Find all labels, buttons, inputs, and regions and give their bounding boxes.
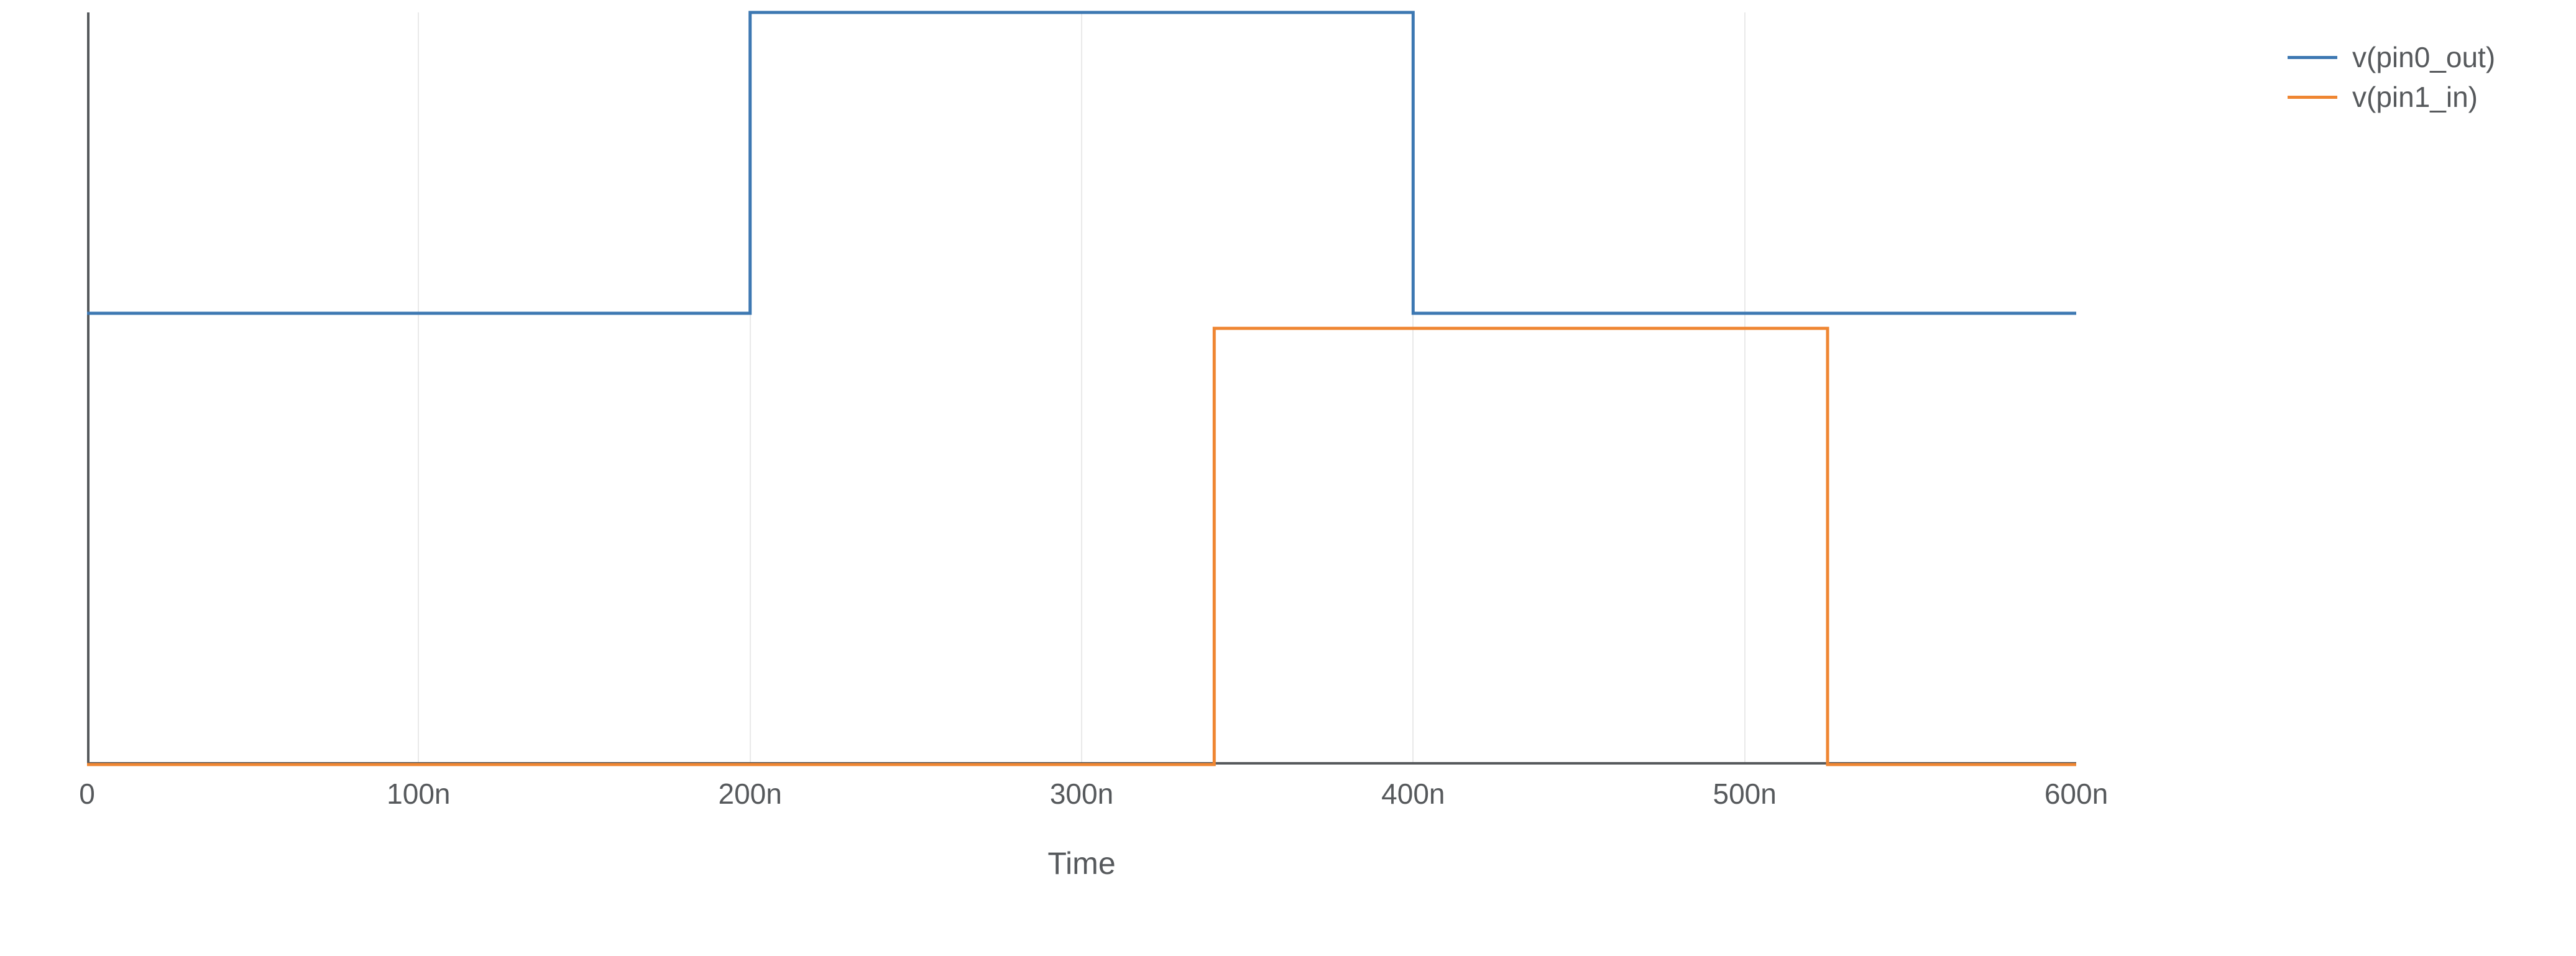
- legend-item: v(pin0_out): [2288, 37, 2495, 77]
- legend-swatch: [2288, 56, 2337, 59]
- series-svg: [87, 12, 2076, 765]
- plot-area: 0100n200n300n400n500n600n Time: [87, 12, 2076, 765]
- x-tick-label: 200n: [718, 777, 781, 811]
- legend-swatch: [2288, 96, 2337, 99]
- series-v(pin0_out): [87, 12, 2076, 313]
- x-tick-label: 300n: [1050, 777, 1113, 811]
- series-v(pin1_in): [87, 328, 2076, 765]
- x-axis-title: Time: [1047, 845, 1115, 881]
- legend-label: v(pin0_out): [2352, 40, 2495, 74]
- legend: v(pin0_out) v(pin1_in): [2288, 37, 2495, 117]
- x-tick-label: 100n: [387, 777, 450, 811]
- x-tick-label: 400n: [1381, 777, 1445, 811]
- x-tick-label: 500n: [1713, 777, 1776, 811]
- legend-item: v(pin1_in): [2288, 77, 2495, 117]
- x-tick-label: 0: [79, 777, 95, 811]
- x-tick-label: 600n: [2045, 777, 2108, 811]
- legend-label: v(pin1_in): [2352, 80, 2478, 114]
- timing-chart: 0100n200n300n400n500n600n Time v(pin0_ou…: [62, 12, 2213, 920]
